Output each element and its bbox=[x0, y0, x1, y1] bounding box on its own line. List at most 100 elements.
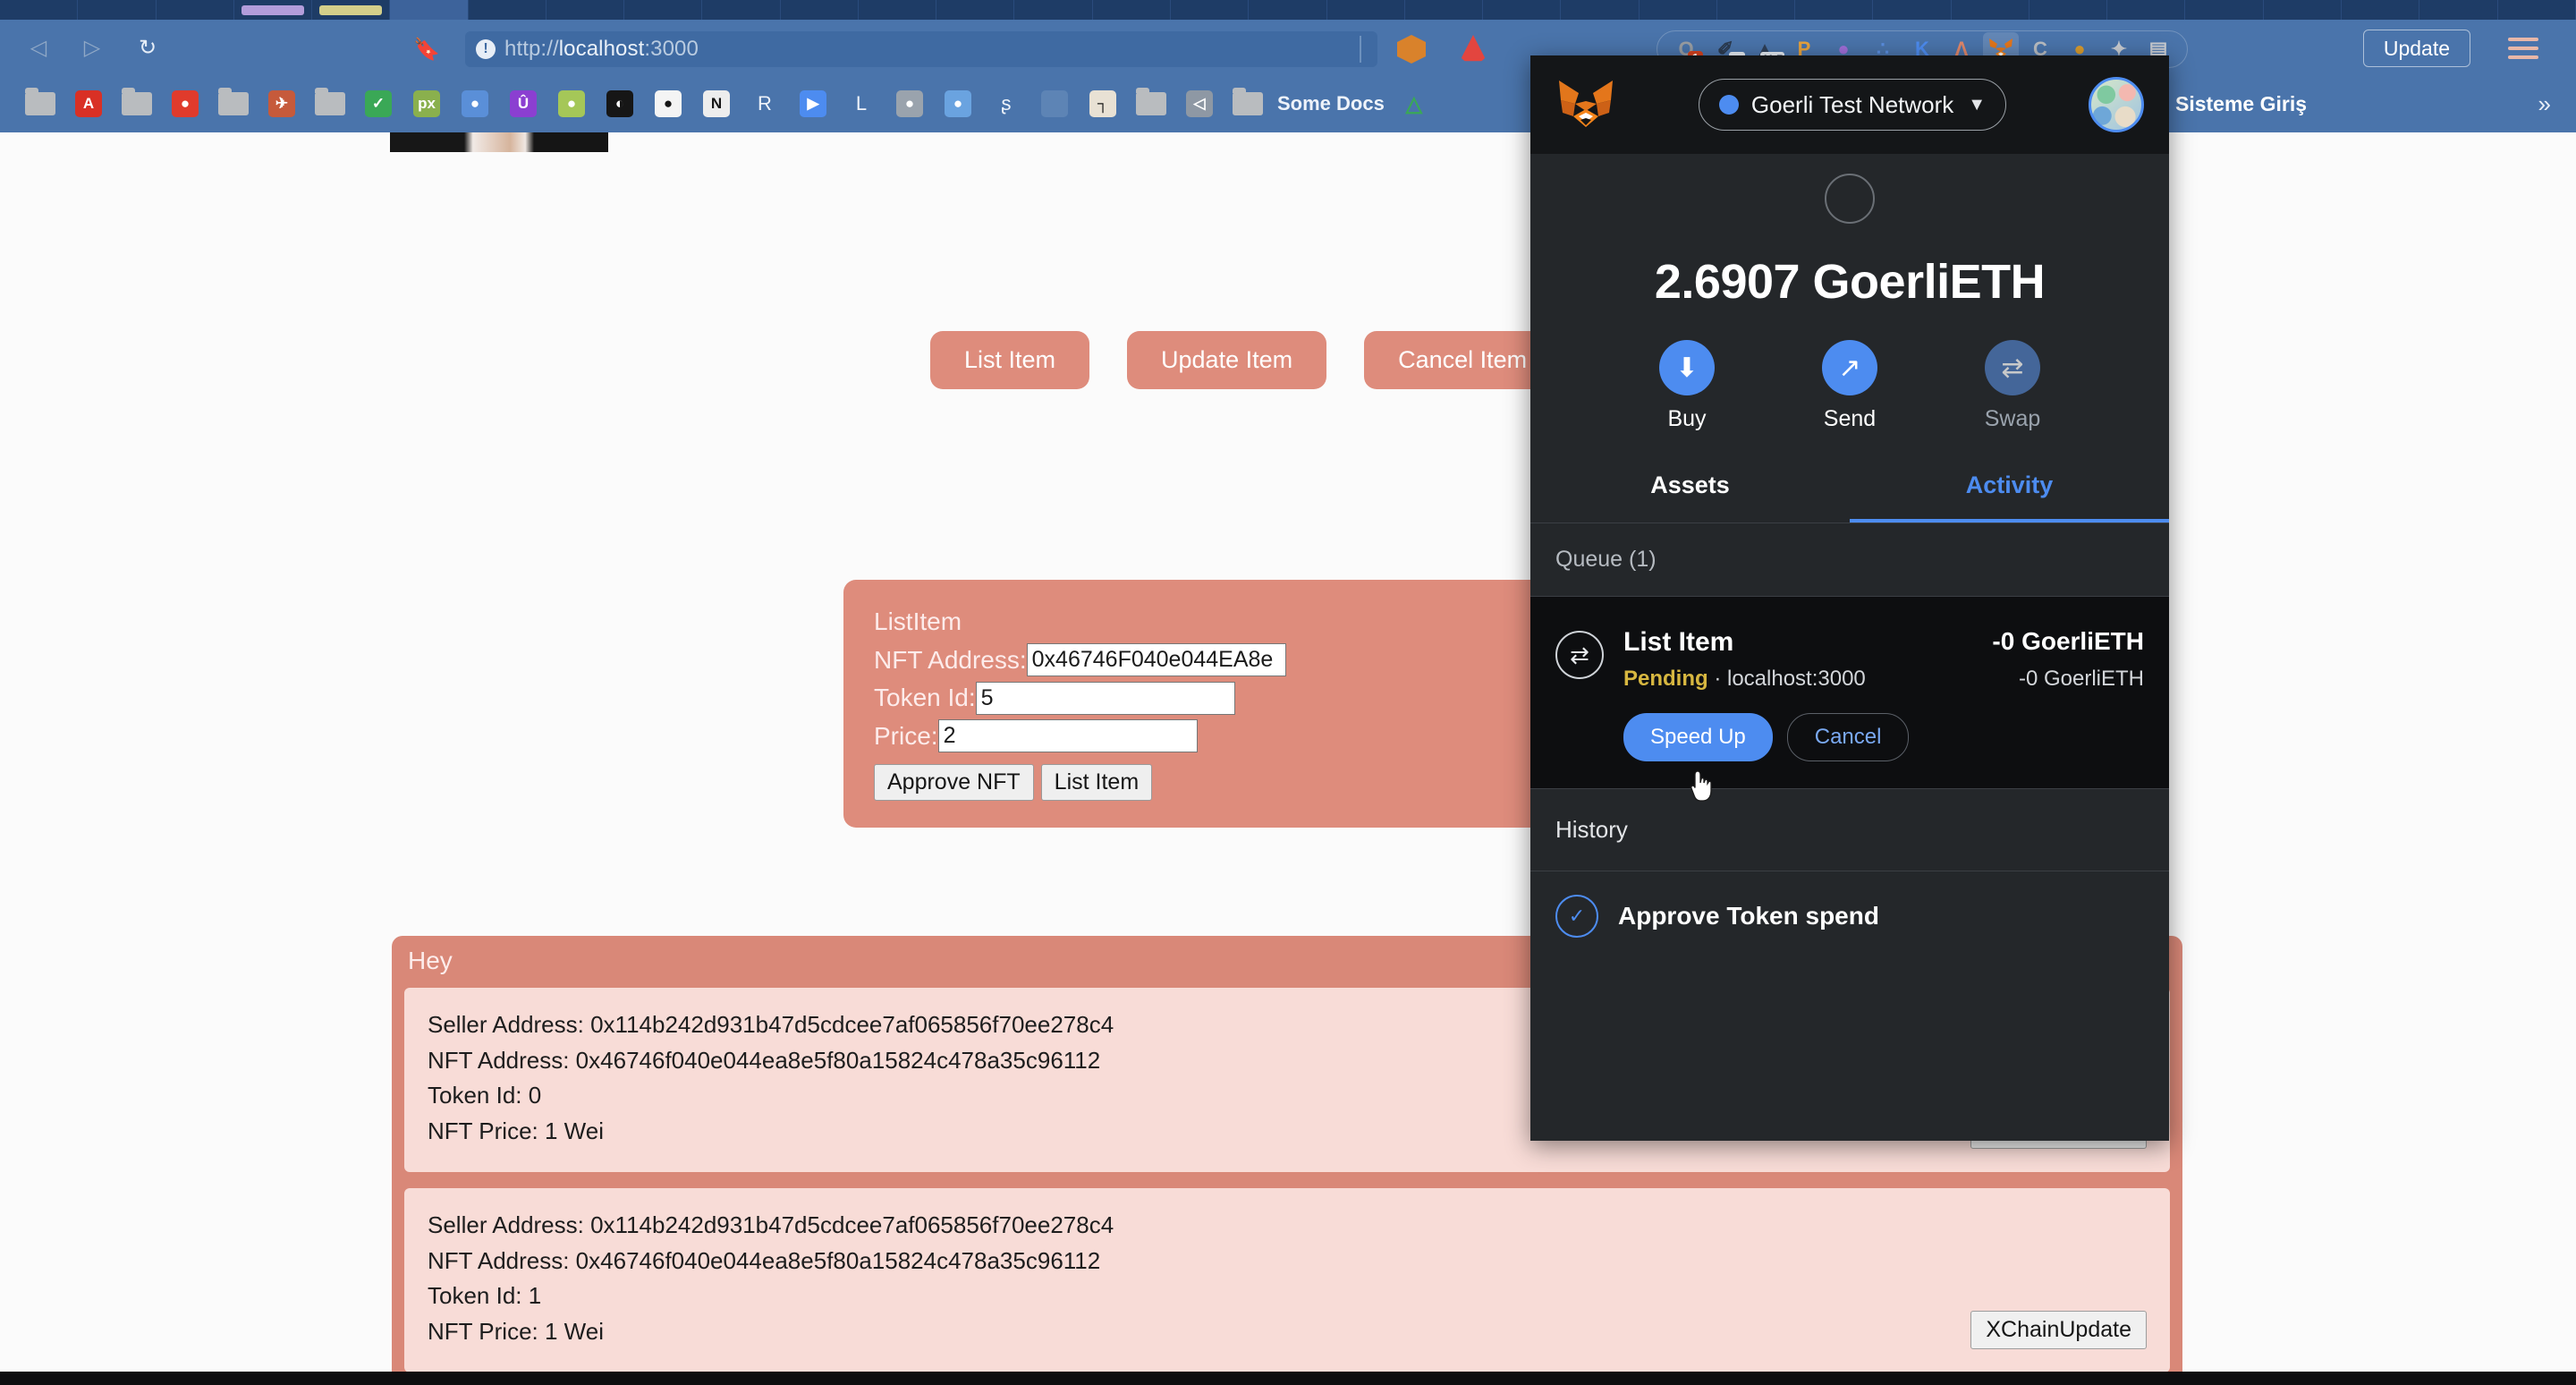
tab-assets[interactable]: Assets bbox=[1530, 448, 1850, 523]
browser-tab[interactable] bbox=[1873, 0, 1952, 20]
browser-tab[interactable] bbox=[781, 0, 859, 20]
tab-activity[interactable]: Activity bbox=[1850, 448, 2169, 523]
network-selector[interactable]: Goerli Test Network ▼ bbox=[1698, 79, 2007, 131]
browser-tab[interactable] bbox=[1795, 0, 1874, 20]
bookmark-crane[interactable]: ┐ bbox=[1079, 84, 1127, 123]
bookmark-location-pin[interactable]: ● bbox=[161, 84, 209, 123]
account-balance: 2.6907 GoerliETH bbox=[1654, 255, 2046, 309]
browser-tab[interactable] bbox=[2419, 0, 2498, 20]
price-input[interactable] bbox=[937, 719, 1198, 753]
browser-tab[interactable] bbox=[1405, 0, 1484, 20]
bookmark-play[interactable]: ▶ bbox=[789, 84, 837, 123]
bookmark-check[interactable]: ✓ bbox=[354, 84, 402, 123]
update-item-button[interactable]: Update Item bbox=[1127, 331, 1327, 389]
info-warning-icon[interactable]: ! bbox=[476, 39, 496, 59]
bookmark-label: R bbox=[758, 92, 772, 115]
browser-tab[interactable] bbox=[2029, 0, 2108, 20]
browser-tab[interactable] bbox=[1249, 0, 1327, 20]
xchain-update-button[interactable]: XChainUpdate bbox=[1970, 1311, 2147, 1350]
bookmark-paper-plane[interactable]: ◁ bbox=[1175, 84, 1224, 123]
browser-tab[interactable] bbox=[0, 0, 79, 20]
bookmark-rocket[interactable]: ✈ bbox=[258, 84, 306, 123]
bookmark-notion[interactable]: N bbox=[692, 84, 741, 123]
history-header: History bbox=[1530, 788, 2169, 871]
approve-nft-button[interactable]: Approve NFT bbox=[874, 764, 1034, 802]
speed-up-button[interactable]: Speed Up bbox=[1623, 713, 1773, 761]
browser-tab[interactable] bbox=[469, 0, 547, 20]
bookmark-alien[interactable]: ● bbox=[451, 84, 499, 123]
brave-shield-icon[interactable] bbox=[1397, 35, 1426, 64]
browser-tab[interactable] bbox=[1327, 0, 1405, 20]
browser-tab[interactable] bbox=[1561, 0, 1640, 20]
forward-icon[interactable]: ▷ bbox=[75, 30, 109, 64]
browser-tab[interactable] bbox=[702, 0, 781, 20]
bookmark-google-drive[interactable]: △ bbox=[1390, 84, 1438, 123]
bookmark-feather[interactable]: ● bbox=[934, 84, 982, 123]
update-button[interactable]: Update bbox=[2362, 30, 2470, 67]
folder-icon bbox=[1233, 88, 1263, 115]
back-icon[interactable]: ◁ bbox=[21, 30, 55, 64]
alert-triangle-icon[interactable] bbox=[1460, 35, 1487, 62]
bookmark-dark-square[interactable]: ◐ bbox=[596, 84, 644, 123]
bookmark-px[interactable]: px bbox=[402, 84, 451, 123]
swap-button[interactable]: ⇄ Swap bbox=[1963, 340, 2062, 432]
bookmark-folder[interactable] bbox=[306, 84, 354, 123]
browser-tab[interactable] bbox=[936, 0, 1015, 20]
bookmarks-overflow-icon[interactable]: » bbox=[2538, 90, 2551, 118]
bookmark-leaf[interactable]: ● bbox=[547, 84, 596, 123]
bookmark-globe[interactable]: ● bbox=[886, 84, 934, 123]
browser-tab[interactable] bbox=[234, 0, 313, 20]
browser-tab[interactable] bbox=[1093, 0, 1171, 20]
metamask-fox-icon bbox=[1555, 77, 1616, 132]
bookmark-adobe-acrobat[interactable]: A bbox=[64, 84, 113, 123]
hamburger-menu-icon[interactable] bbox=[2508, 33, 2538, 64]
browser-tab[interactable] bbox=[157, 0, 234, 20]
browser-tab[interactable] bbox=[2264, 0, 2342, 20]
reload-icon[interactable]: ↻ bbox=[131, 30, 165, 64]
browser-tab[interactable] bbox=[1014, 0, 1093, 20]
bookmark-folder[interactable] bbox=[16, 84, 64, 123]
history-row[interactable]: ✓ Approve Token spend bbox=[1530, 871, 2169, 961]
buy-button[interactable]: ⬇ Buy bbox=[1638, 340, 1736, 432]
bookmark-icon[interactable]: 🔖 bbox=[411, 34, 442, 64]
browser-tab[interactable] bbox=[624, 0, 703, 20]
bookmark-s[interactable]: ʂ bbox=[982, 84, 1030, 123]
bookmark-folder[interactable] bbox=[1224, 84, 1272, 123]
browser-tab[interactable] bbox=[1483, 0, 1562, 20]
bookmark-github[interactable]: ● bbox=[644, 84, 692, 123]
url-bar[interactable]: ! http://localhost:3000 bbox=[465, 31, 1377, 67]
browser-tab[interactable] bbox=[1952, 0, 2029, 20]
bookmark-folder[interactable] bbox=[209, 84, 258, 123]
buy-button-label: Buy bbox=[1667, 406, 1707, 431]
browser-tab[interactable] bbox=[78, 0, 157, 20]
bookmark-some-docs[interactable]: Some Docs bbox=[1272, 84, 1390, 123]
list-item-button[interactable]: List Item bbox=[930, 331, 1090, 389]
cancel-transaction-button[interactable]: Cancel bbox=[1786, 713, 1910, 761]
nft-address-input[interactable] bbox=[1026, 643, 1286, 677]
browser-tab[interactable] bbox=[2498, 0, 2576, 20]
token-id-input[interactable] bbox=[975, 681, 1235, 715]
bookmark-r[interactable]: R bbox=[741, 84, 789, 123]
bookmark-udemy[interactable]: Û bbox=[499, 84, 547, 123]
browser-tab[interactable] bbox=[2185, 0, 2264, 20]
browser-tab[interactable] bbox=[547, 0, 625, 20]
bookmark-l[interactable]: L bbox=[837, 84, 886, 123]
browser-tab[interactable] bbox=[312, 0, 391, 20]
bookmark-sisteme-giris[interactable]: Sisteme Giriş bbox=[2175, 92, 2307, 116]
account-avatar[interactable] bbox=[2088, 77, 2144, 132]
nft-address-label: NFT Address: bbox=[874, 645, 1027, 674]
transaction-details: List Item Pending · localhost:3000 bbox=[1623, 627, 1992, 692]
send-button[interactable]: ↗ Send bbox=[1801, 340, 1899, 432]
browser-tab[interactable] bbox=[390, 0, 469, 20]
browser-tab[interactable] bbox=[1171, 0, 1250, 20]
list-item-submit-button[interactable]: List Item bbox=[1040, 764, 1153, 802]
pending-transaction-row[interactable]: ⇄ List Item Pending · localhost:3000 -0 … bbox=[1530, 597, 2169, 788]
browser-tab[interactable] bbox=[859, 0, 937, 20]
browser-tab[interactable] bbox=[2342, 0, 2420, 20]
browser-tab[interactable] bbox=[1640, 0, 1717, 20]
bookmark-folder[interactable] bbox=[113, 84, 161, 123]
bookmark-folder[interactable] bbox=[1127, 84, 1175, 123]
browser-tab[interactable] bbox=[2107, 0, 2186, 20]
browser-tab[interactable] bbox=[1717, 0, 1796, 20]
bookmark-blank[interactable] bbox=[1030, 84, 1079, 123]
